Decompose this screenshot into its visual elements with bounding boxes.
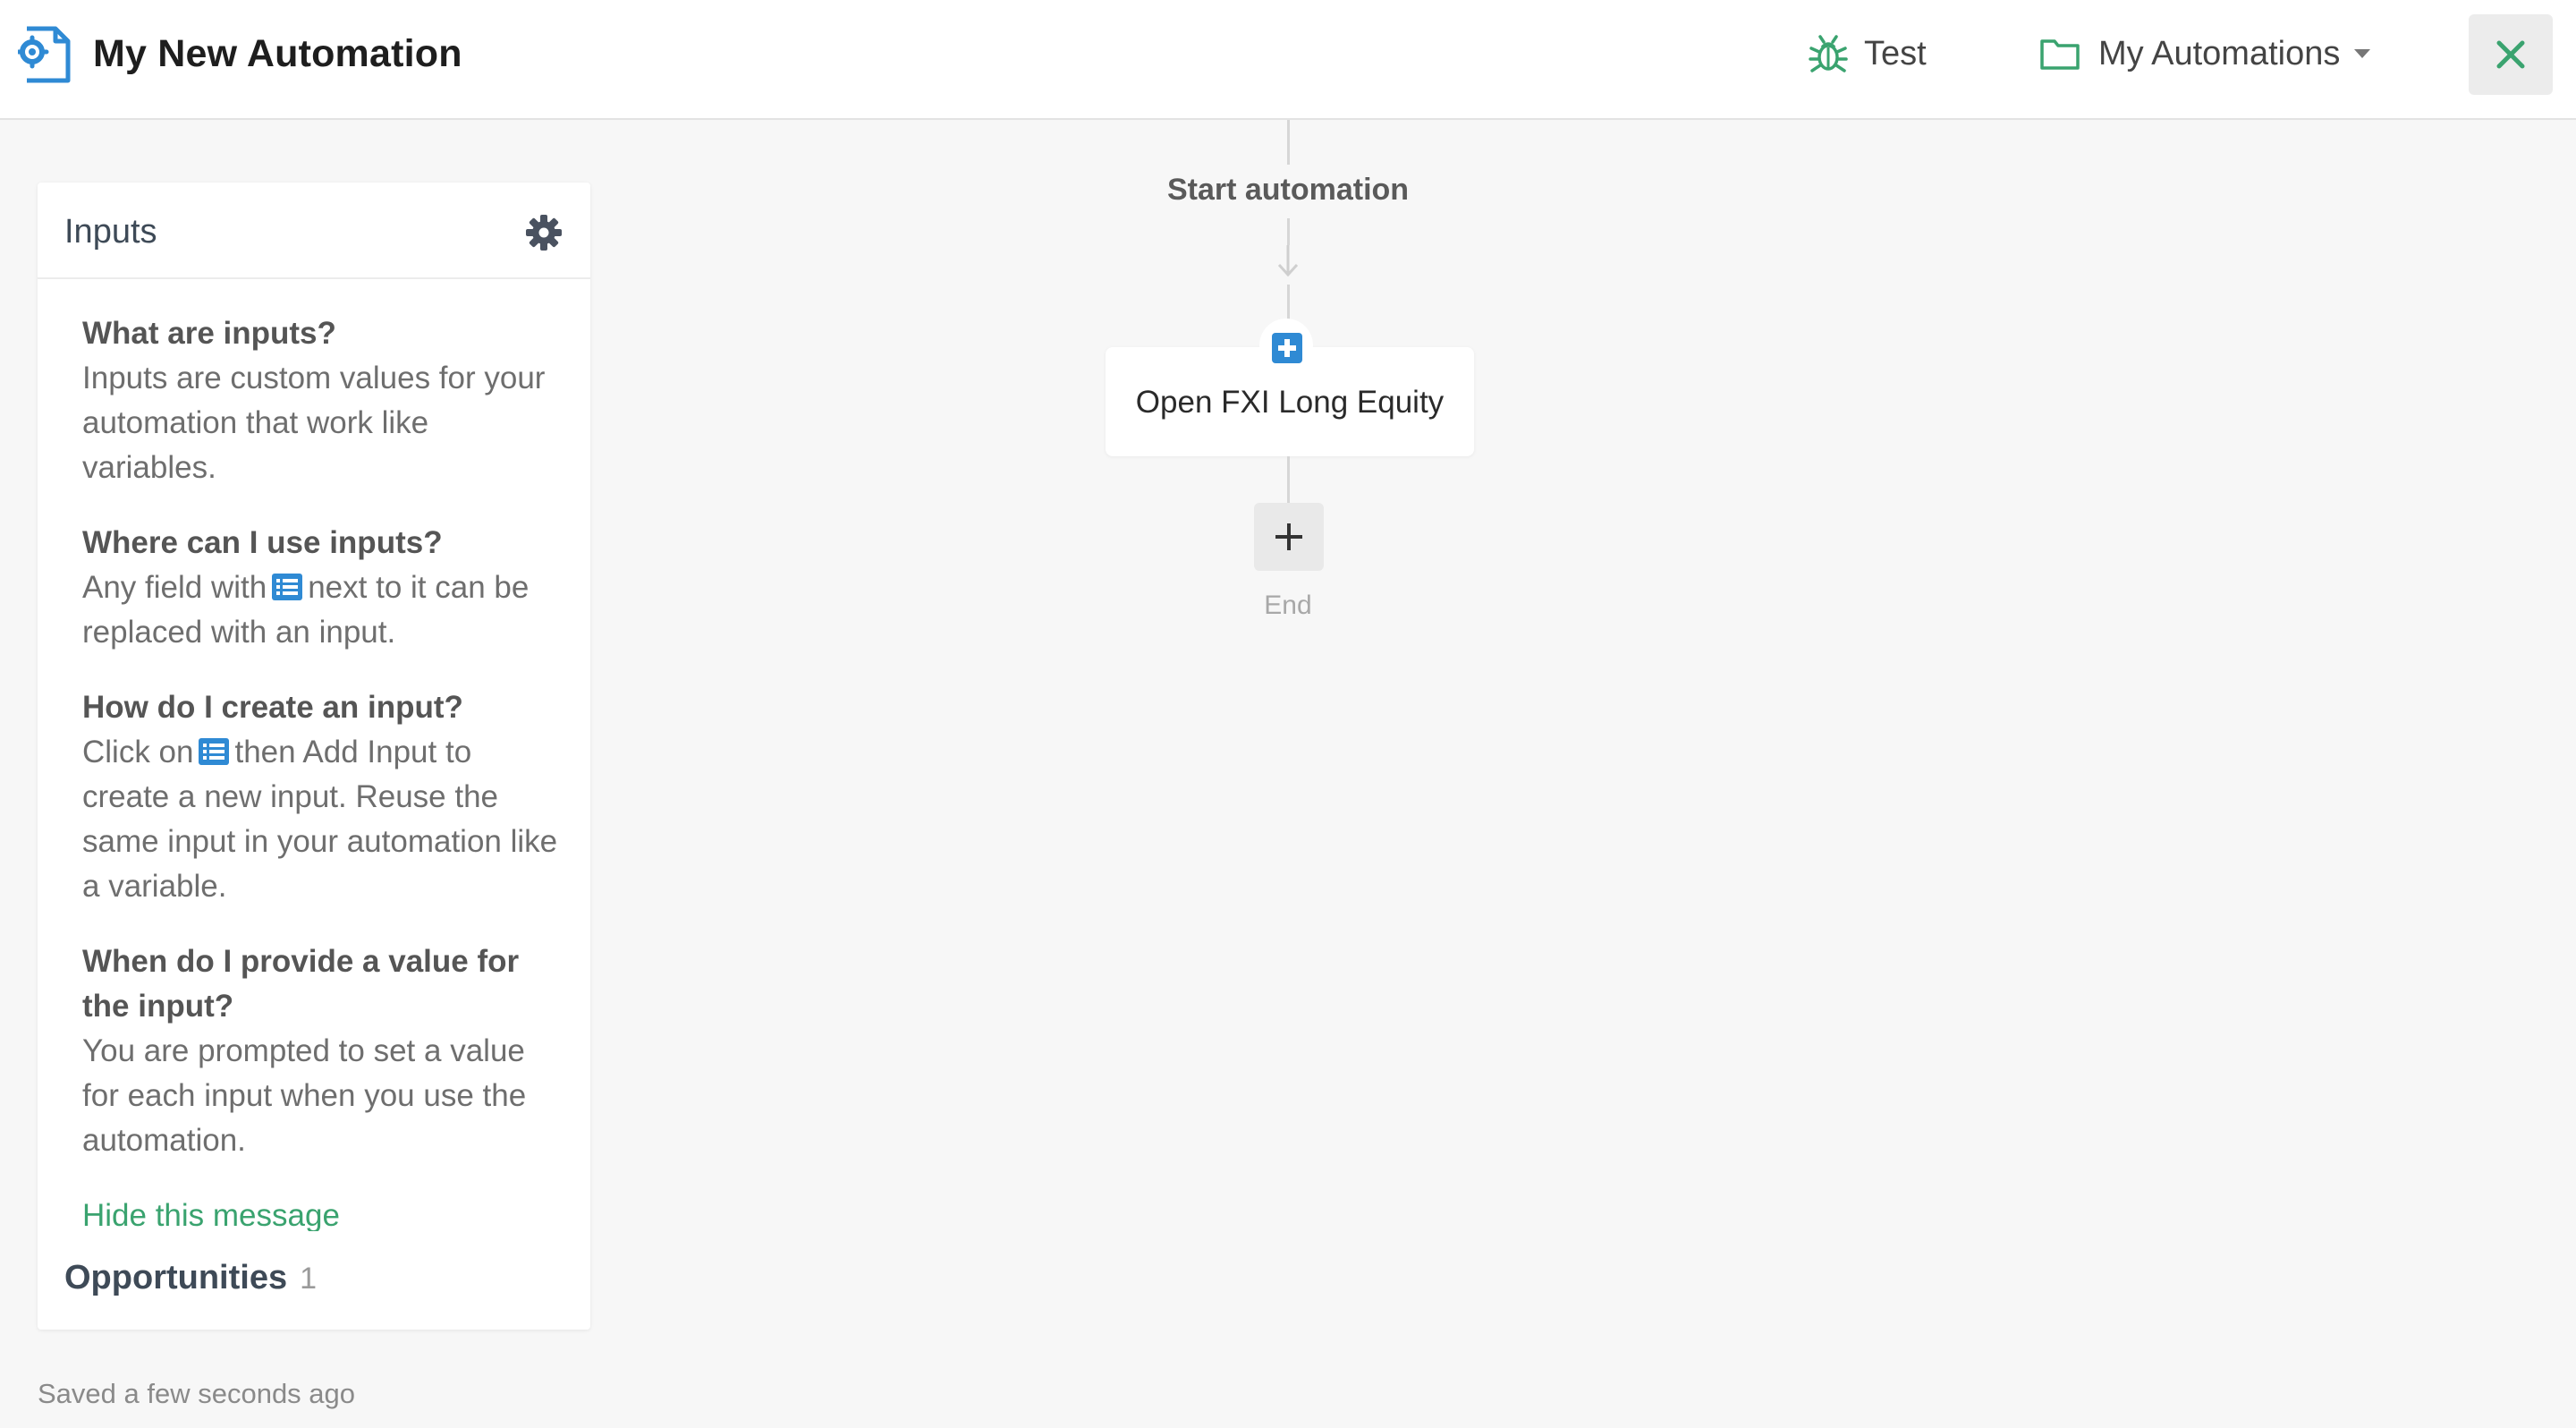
flow-connector — [1287, 456, 1290, 503]
automation-title[interactable]: My New Automation — [93, 27, 462, 81]
help-question: When do I provide a value for the input? — [82, 944, 520, 1024]
help-answer: Any field with next to it can be replace… — [82, 565, 565, 655]
hide-message-link[interactable]: Hide this message — [82, 1194, 565, 1231]
help-answer: You are prompted to set a value for each… — [82, 1033, 527, 1158]
opportunities-label: Opportunities — [64, 1259, 288, 1296]
help-question: How do I create an input? — [82, 690, 463, 725]
help-answer-part: Any field with — [82, 570, 267, 605]
input-list-icon — [272, 574, 303, 600]
help-block: When do I provide a value for the input?… — [82, 939, 565, 1163]
folder-label: My Automations — [2098, 34, 2341, 72]
help-answer-part: Click on — [82, 735, 194, 769]
input-list-icon — [199, 738, 230, 765]
caret-down-icon — [2354, 49, 2371, 58]
action-step-label: Open FXI Long Equity — [1135, 385, 1445, 420]
flow-connector — [1287, 120, 1290, 165]
help-question: Where can I use inputs? — [82, 525, 443, 560]
end-label: End — [1264, 591, 1312, 620]
folder-selector[interactable]: My Automations — [2039, 25, 2397, 82]
gear-icon[interactable] — [524, 213, 564, 252]
plus-icon — [1275, 523, 1302, 550]
opportunities-count: 1 — [300, 1262, 318, 1296]
automation-gear-icon — [18, 26, 71, 83]
opportunities-section[interactable]: Opportunities 1 — [64, 1253, 317, 1303]
add-step-button[interactable] — [1254, 503, 1324, 571]
help-answer: Click on then Add Input to create a new … — [82, 730, 565, 909]
close-button[interactable] — [2469, 14, 2553, 95]
inputs-panel: Inputs What are inputs? Inputs are custo… — [38, 183, 590, 1330]
inputs-help-text: What are inputs? Inputs are custom value… — [82, 311, 565, 1231]
inputs-panel-header: Inputs — [38, 183, 590, 279]
saved-status: Saved a few seconds ago — [38, 1378, 356, 1409]
help-block: Where can I use inputs? Any field with n… — [82, 521, 565, 655]
plus-square-icon[interactable] — [1272, 333, 1302, 363]
help-block: What are inputs? Inputs are custom value… — [82, 311, 565, 490]
test-label: Test — [1864, 34, 1927, 72]
inputs-panel-title: Inputs — [64, 213, 157, 251]
top-bar: My New Automation Test My Automations — [0, 0, 2576, 120]
flow-connector — [1287, 218, 1290, 245]
help-question: What are inputs? — [82, 316, 336, 351]
close-icon — [2496, 40, 2525, 69]
arrow-down-icon — [1277, 245, 1299, 277]
help-block: How do I create an input? Click on then … — [82, 685, 565, 909]
help-answer: Inputs are custom values for your automa… — [82, 361, 546, 485]
bug-icon — [1809, 35, 1848, 72]
start-automation-label: Start automation — [1166, 173, 1410, 207]
folder-icon — [2040, 39, 2080, 70]
flow-connector — [1287, 285, 1290, 320]
test-button[interactable]: Test — [1807, 25, 1959, 82]
